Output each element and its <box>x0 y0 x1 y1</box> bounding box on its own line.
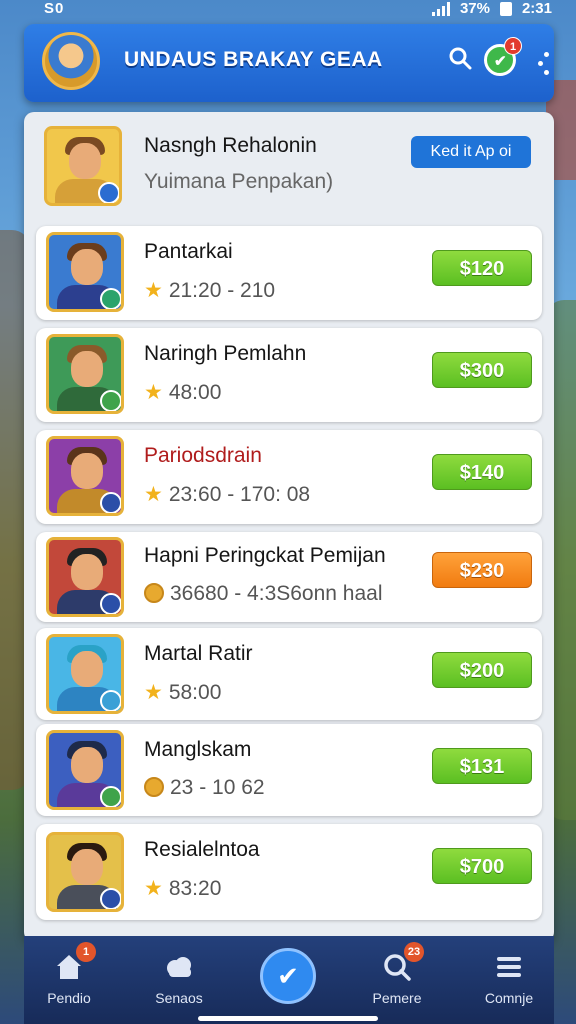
featured-name: Nasngh Rehalonin <box>144 134 317 157</box>
avatar <box>46 832 124 912</box>
cloud-icon <box>167 957 191 977</box>
status-left-text: S0 <box>44 0 65 17</box>
player-name: Martal Ratir <box>144 642 253 665</box>
price-button[interactable]: $131 <box>432 748 532 784</box>
player-stats: 36680 - 4:3S6onn haal <box>144 582 383 606</box>
battery-text: 37% <box>459 0 490 17</box>
player-stats: ★ 58:00 <box>144 681 222 704</box>
avatar <box>46 436 124 516</box>
player-name: Pantarkai <box>144 240 233 263</box>
coin-icon <box>144 777 164 797</box>
clock: 2:31 <box>521 0 552 17</box>
rank-badge-icon <box>100 786 121 807</box>
avatar <box>46 334 124 414</box>
check-icon: ✔ <box>494 53 507 70</box>
star-icon: ★ <box>144 877 163 900</box>
list-item[interactable]: Hapni Peringckat Pemijan 36680 - 4:3S6on… <box>36 532 542 622</box>
list-item[interactable]: Martal Ratir ★ 58:00 $200 <box>36 628 542 720</box>
nav-search[interactable]: 23 Pemere <box>352 942 442 1016</box>
rank-badge-icon <box>100 390 121 411</box>
nav-scores[interactable]: Senaos <box>134 946 224 1016</box>
featured-action-button[interactable]: Ked it Ap oi <box>411 136 531 168</box>
nav-menu[interactable]: Comnje <box>464 946 554 1016</box>
nav-menu-label: Comnje <box>484 990 534 1006</box>
avatar <box>46 232 124 312</box>
center-action-button[interactable]: ✔ <box>260 948 316 1004</box>
list-item[interactable]: Pariodsdrain ★ 23:60 - 170: 08 $140 <box>36 430 542 524</box>
player-name: Manglskam <box>144 738 252 761</box>
list-item[interactable]: Manglskam 23 - 10 62 $131 <box>36 724 542 816</box>
signal-icon <box>431 1 450 16</box>
coin-icon <box>144 583 164 603</box>
player-name: Hapni Peringckat Pemijan <box>144 544 386 567</box>
avatar <box>46 730 124 810</box>
player-name: Pariodsdrain <box>144 444 262 467</box>
featured-card[interactable]: Nasngh Rehalonin Yuimana Penpakan) Ked i… <box>24 112 554 222</box>
star-icon: ★ <box>144 279 163 302</box>
featured-subtitle: Yuimana Penpakan) <box>144 170 334 193</box>
price-button[interactable]: $200 <box>432 652 532 688</box>
player-stats: ★ 83:20 <box>144 877 222 900</box>
player-stats: ★ 48:00 <box>144 381 222 404</box>
list-item[interactable]: Resialelntoa ★ 83:20 $700 <box>36 824 542 920</box>
home-indicator[interactable] <box>198 1016 378 1021</box>
star-icon: ★ <box>144 381 163 404</box>
nav-scores-label: Senaos <box>155 990 203 1006</box>
avatar <box>46 537 124 617</box>
nav-home[interactable]: 1 Pendio <box>24 942 114 1016</box>
hamburger-menu-icon <box>497 957 521 977</box>
star-icon: ★ <box>144 483 163 506</box>
star-icon: ★ <box>144 681 163 704</box>
nav-home-label: Pendio <box>47 990 91 1006</box>
rank-badge-icon <box>98 182 119 203</box>
avatar <box>46 634 124 714</box>
player-stats: 23 - 10 62 <box>144 776 265 800</box>
rank-badge-icon <box>100 888 121 909</box>
ranking-list: Nasngh Rehalonin Yuimana Penpakan) Ked i… <box>24 112 554 942</box>
price-button[interactable]: $120 <box>432 250 532 286</box>
rank-badge-icon <box>100 492 121 513</box>
bottom-nav: 1 Pendio Senaos ✔ 23 Pemere Comnje <box>24 936 554 1024</box>
list-item[interactable]: Naringh Pemlahn ★ 48:00 $300 <box>36 328 542 422</box>
search-badge: 23 <box>404 942 424 962</box>
list-item[interactable]: Pantarkai ★ 21:20 - 210 $120 <box>36 226 542 320</box>
app-title: UNDAUS BRAKAY GEAA <box>124 48 383 71</box>
player-name: Resialelntoa <box>144 838 260 861</box>
price-button[interactable]: $230 <box>432 552 532 588</box>
player-stats: ★ 23:60 - 170: 08 <box>144 483 311 506</box>
player-name: Naringh Pemlahn <box>144 342 307 365</box>
price-button[interactable]: $300 <box>432 352 532 388</box>
nav-search-label: Pemere <box>372 990 422 1006</box>
player-stats: ★ 21:20 - 210 <box>144 279 276 302</box>
home-badge: 1 <box>76 942 96 962</box>
notification-badge: 1 <box>504 37 522 55</box>
more-menu-icon[interactable] <box>536 50 556 76</box>
price-button[interactable]: $700 <box>432 848 532 884</box>
app-header: UNDAUS BRAKAY GEAA ✔ 1 <box>24 24 554 102</box>
rank-badge-icon <box>100 690 121 711</box>
price-button[interactable]: $140 <box>432 454 532 490</box>
rank-badge-icon <box>100 593 121 614</box>
profile-avatar[interactable] <box>42 32 100 90</box>
rank-badge-icon <box>100 288 121 309</box>
battery-icon <box>499 1 512 16</box>
search-icon[interactable] <box>448 46 472 70</box>
avatar <box>44 126 122 206</box>
check-icon: ✔ <box>277 961 299 991</box>
status-bar: S0 37% 2:31 <box>0 0 576 20</box>
